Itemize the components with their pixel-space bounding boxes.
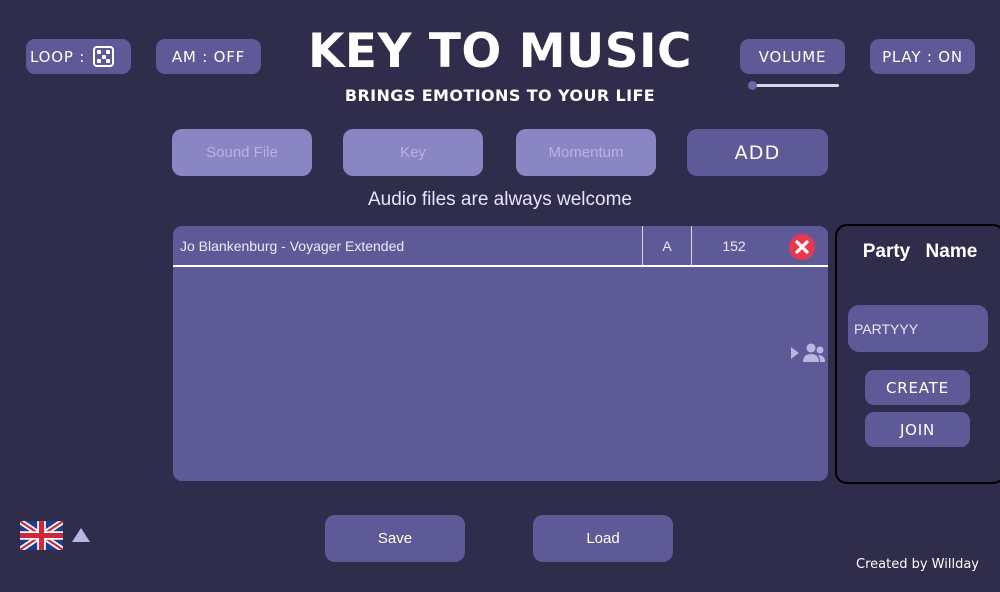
remove-track-button[interactable] — [789, 234, 815, 260]
credit-text: Created by Willday — [856, 557, 979, 572]
volume-button[interactable]: VOLUME — [740, 39, 845, 74]
sound-file-input[interactable]: Sound File — [172, 129, 312, 176]
track-list: Jo Blankenburg - Voyager Extended A 152 — [173, 226, 828, 481]
load-button[interactable]: Load — [533, 515, 673, 562]
join-party-button[interactable]: JOIN — [865, 412, 970, 447]
party-name-input[interactable] — [848, 305, 988, 352]
track-momentum: 152 — [722, 238, 746, 254]
track-key: A — [642, 226, 692, 266]
create-party-button[interactable]: CREATE — [865, 370, 970, 405]
page-title: KEY TO MUSIC — [307, 24, 693, 79]
share-to-party-icon[interactable] — [790, 342, 826, 364]
party-title: Party Name — [862, 241, 978, 262]
close-icon — [795, 240, 809, 254]
add-button[interactable]: ADD — [687, 129, 828, 176]
volume-slider-track — [754, 84, 839, 87]
play-toggle-button[interactable]: PLAY : ON — [870, 39, 975, 74]
momentum-input[interactable]: Momentum — [516, 129, 656, 176]
volume-slider-knob[interactable] — [748, 81, 757, 90]
language-menu-arrow-icon[interactable] — [72, 528, 90, 542]
track-row[interactable]: Jo Blankenburg - Voyager Extended A 152 — [173, 226, 828, 267]
welcome-message: Audio files are always welcome — [367, 189, 632, 210]
track-name: Jo Blankenburg - Voyager Extended — [180, 238, 405, 254]
save-button[interactable]: Save — [325, 515, 465, 562]
key-input[interactable]: Key — [343, 129, 483, 176]
page-subtitle: BRINGS EMOTIONS TO YOUR LIFE — [344, 86, 656, 105]
volume-slider[interactable] — [748, 81, 839, 90]
uk-flag-icon[interactable] — [20, 521, 63, 550]
